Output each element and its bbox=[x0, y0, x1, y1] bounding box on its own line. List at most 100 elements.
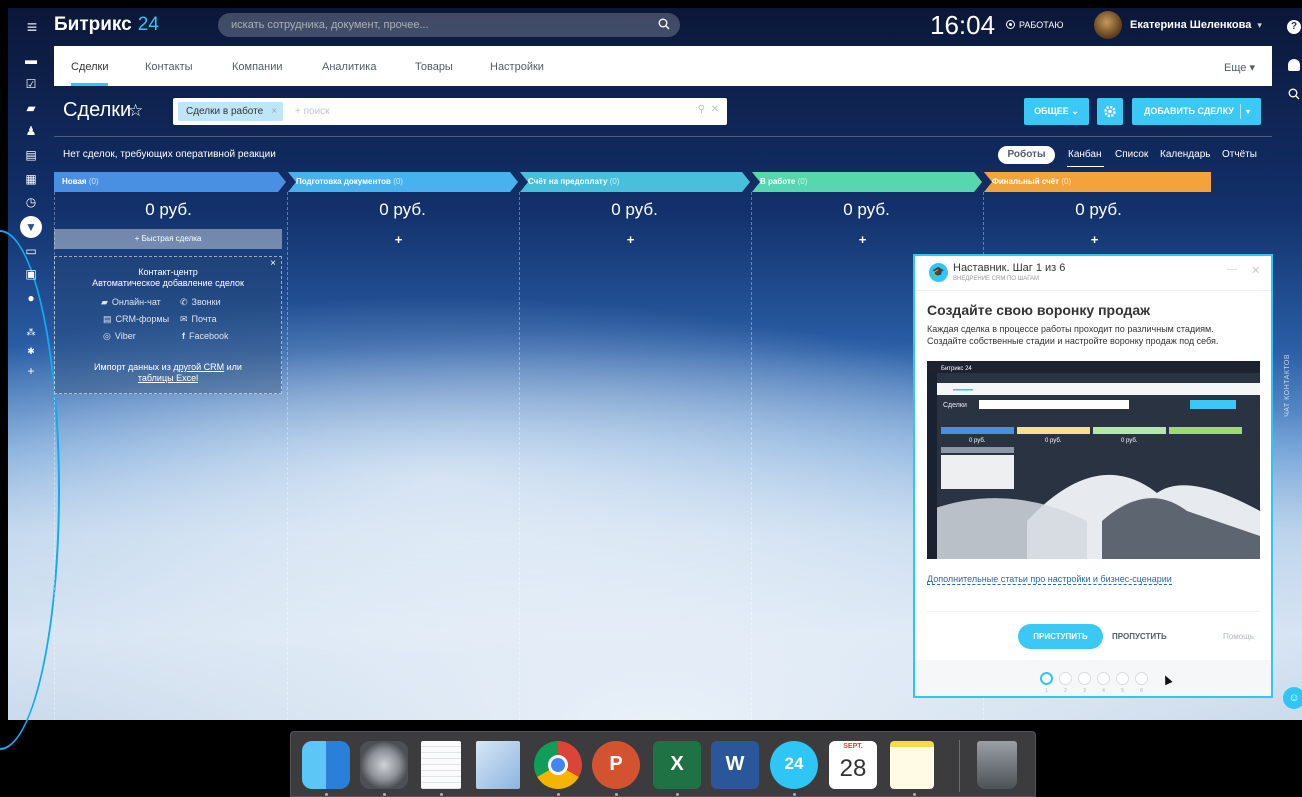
add-deal-plus-icon[interactable]: + bbox=[980, 232, 1209, 247]
bitrix24-icon[interactable]: 24 bbox=[770, 741, 818, 789]
page-dot-3[interactable] bbox=[1078, 672, 1091, 685]
livefeed-icon[interactable]: ▬ bbox=[24, 53, 38, 67]
global-search[interactable] bbox=[218, 13, 680, 37]
page-dot-2[interactable] bbox=[1059, 672, 1072, 685]
add-deal-plus-icon[interactable]: + bbox=[748, 232, 977, 247]
chat-icon[interactable]: ▰ bbox=[24, 101, 38, 115]
page-dot-5[interactable] bbox=[1116, 672, 1129, 685]
more-down-icon[interactable]: ● bbox=[24, 291, 38, 305]
help-icon[interactable]: ? bbox=[1287, 20, 1301, 34]
powerpoint-icon[interactable]: P bbox=[592, 741, 640, 789]
notes-icon[interactable] bbox=[890, 741, 934, 789]
preview-screenshot: Битрикс 24 Сделки 0 руб. 0 руб. 0 руб. bbox=[927, 361, 1260, 559]
add-deal-label: ДОБАВИТЬ СДЕЛКУ bbox=[1144, 106, 1234, 116]
calendar-day: 28 bbox=[839, 755, 867, 782]
more-tabs-button[interactable]: Еще ▾ bbox=[1224, 61, 1255, 74]
clear-icon[interactable]: ✕ bbox=[711, 104, 719, 115]
bitrix24-logo[interactable]: Битрикс 24 bbox=[54, 14, 159, 36]
remove-filter-icon[interactable]: × bbox=[271, 102, 277, 121]
stage-invoice-header[interactable]: Счёт на предоплату (0) bbox=[520, 172, 620, 192]
trash-icon[interactable] bbox=[977, 741, 1017, 789]
chrome-icon[interactable] bbox=[534, 741, 582, 789]
channel-crm-forms[interactable]: ▤ CRM-формы bbox=[103, 314, 169, 325]
tab-companies[interactable]: Компании bbox=[232, 61, 283, 73]
contacts-chat-label[interactable]: ЧАТ КОНТАКТОВ bbox=[1284, 354, 1291, 417]
mentor-articles-link[interactable]: Дополнительные статьи про настройки и би… bbox=[927, 574, 1172, 585]
menu-hamburger-icon[interactable]: ≡ bbox=[23, 18, 41, 36]
tab-contacts[interactable]: Контакты bbox=[145, 61, 193, 73]
mentor-video-preview[interactable]: Битрикс 24 Сделки 0 руб. 0 руб. 0 руб. bbox=[927, 361, 1260, 559]
tab-products[interactable]: Товары bbox=[415, 61, 453, 73]
system-preferences-icon[interactable] bbox=[360, 741, 408, 789]
user-menu[interactable]: Екатерина Шеленкова ▾ bbox=[1130, 19, 1262, 31]
calendar-icon[interactable]: SEPT. 28 bbox=[829, 741, 877, 789]
import-excel-link[interactable]: таблицы Excel bbox=[138, 373, 198, 383]
calendar-icon[interactable]: ▦ bbox=[24, 172, 38, 186]
favorite-star-icon[interactable]: ☆ bbox=[128, 101, 143, 121]
stage-new-header[interactable]: Новая (0) bbox=[54, 172, 99, 192]
import-other-crm-link[interactable]: другой CRM bbox=[173, 362, 224, 372]
quick-deal-button[interactable]: + Быстрая сделка bbox=[54, 229, 282, 249]
user-avatar[interactable] bbox=[1094, 11, 1122, 39]
search-icon[interactable] bbox=[658, 18, 670, 30]
tab-deals[interactable]: Сделки bbox=[71, 61, 109, 73]
channel-calls[interactable]: ✆ Звонки bbox=[180, 297, 221, 308]
notifications-icon[interactable] bbox=[1288, 59, 1300, 71]
settings-button[interactable] bbox=[1097, 98, 1123, 125]
settings-small-icon[interactable]: ✱ bbox=[24, 344, 38, 358]
minimize-icon[interactable]: — bbox=[1227, 264, 1237, 275]
search-icon[interactable]: ⚲ bbox=[698, 104, 705, 115]
help-link[interactable]: Помощь bbox=[1223, 632, 1254, 641]
employees-icon[interactable]: ♟ bbox=[24, 124, 38, 138]
add-menu-icon[interactable]: + bbox=[24, 364, 38, 378]
channel-viber[interactable]: ◎ Viber bbox=[103, 331, 136, 342]
stage-count: (0) bbox=[1061, 177, 1072, 186]
channel-facebook[interactable]: f Facebook bbox=[182, 331, 229, 341]
mentor-step-title: Наставник. Шаг 1 из 6 bbox=[953, 262, 1066, 274]
word-icon[interactable]: W bbox=[711, 741, 759, 789]
stage-name: В работе bbox=[760, 177, 796, 186]
sidebar-search-icon[interactable] bbox=[1288, 88, 1300, 100]
channel-online-chat[interactable]: ▰ Онлайн-чат bbox=[101, 297, 161, 308]
close-icon[interactable]: ✕ bbox=[1251, 264, 1260, 277]
skip-button[interactable]: ПРОПУСТИТЬ bbox=[1112, 632, 1167, 641]
chevron-down-icon[interactable]: ▾ bbox=[1246, 98, 1250, 125]
add-deal-plus-icon[interactable]: + bbox=[516, 232, 745, 247]
textedit-icon[interactable] bbox=[421, 741, 461, 789]
start-button[interactable]: ПРИСТУПИТЬ bbox=[1018, 624, 1103, 649]
tasks-icon[interactable]: ☑ bbox=[24, 77, 38, 91]
contact-center-icon[interactable]: ▣ bbox=[24, 267, 38, 281]
crm-funnel-icon[interactable]: ▼ bbox=[20, 216, 42, 238]
general-pipeline-button[interactable]: ОБЩЕЕ ⌄ bbox=[1024, 98, 1089, 125]
view-list[interactable]: Список bbox=[1115, 149, 1148, 160]
excel-icon[interactable]: X bbox=[653, 741, 701, 789]
stage-inwork-header[interactable]: В работе (0) bbox=[752, 172, 807, 192]
robots-button[interactable]: Роботы bbox=[998, 146, 1055, 164]
page-dot-6[interactable] bbox=[1135, 672, 1148, 685]
mail-icon[interactable] bbox=[476, 741, 520, 789]
view-calendar[interactable]: Календарь bbox=[1160, 149, 1210, 160]
sites-icon[interactable]: ▭ bbox=[24, 244, 38, 258]
filter-search-bar[interactable]: Сделки в работе × ⚲ ✕ bbox=[173, 98, 727, 125]
add-deal-plus-icon[interactable]: + bbox=[284, 232, 513, 247]
view-kanban[interactable]: Канбан bbox=[1068, 149, 1102, 160]
view-reports[interactable]: Отчёты bbox=[1222, 149, 1257, 160]
stage-docs-header[interactable]: Подготовка документов (0) bbox=[288, 172, 403, 192]
clock-icon[interactable]: ◷ bbox=[24, 195, 38, 209]
add-deal-button[interactable]: ДОБАВИТЬ СДЕЛКУ ▾ bbox=[1132, 98, 1261, 125]
filter-chip[interactable]: Сделки в работе × bbox=[178, 102, 284, 121]
global-search-input[interactable] bbox=[218, 13, 638, 37]
work-status[interactable]: РАБОТАЮ bbox=[1006, 20, 1064, 30]
structure-icon[interactable]: ⁂ bbox=[24, 325, 38, 339]
clock-time[interactable]: 16:04 bbox=[930, 10, 995, 41]
filter-search-input[interactable] bbox=[295, 102, 675, 121]
tab-analytics[interactable]: Аналитика bbox=[322, 61, 376, 73]
open-lines-chat-icon[interactable]: ☺ bbox=[1283, 687, 1302, 709]
channel-mail[interactable]: ✉ Почта bbox=[180, 314, 217, 325]
page-dot-4[interactable] bbox=[1097, 672, 1110, 685]
finder-icon[interactable] bbox=[302, 741, 350, 789]
stage-final-header[interactable]: Финальный счёт (0) bbox=[984, 172, 1071, 192]
page-dot-1[interactable] bbox=[1040, 672, 1053, 685]
drive-icon[interactable]: ▤ bbox=[24, 148, 38, 162]
tab-settings[interactable]: Настройки bbox=[490, 61, 544, 73]
